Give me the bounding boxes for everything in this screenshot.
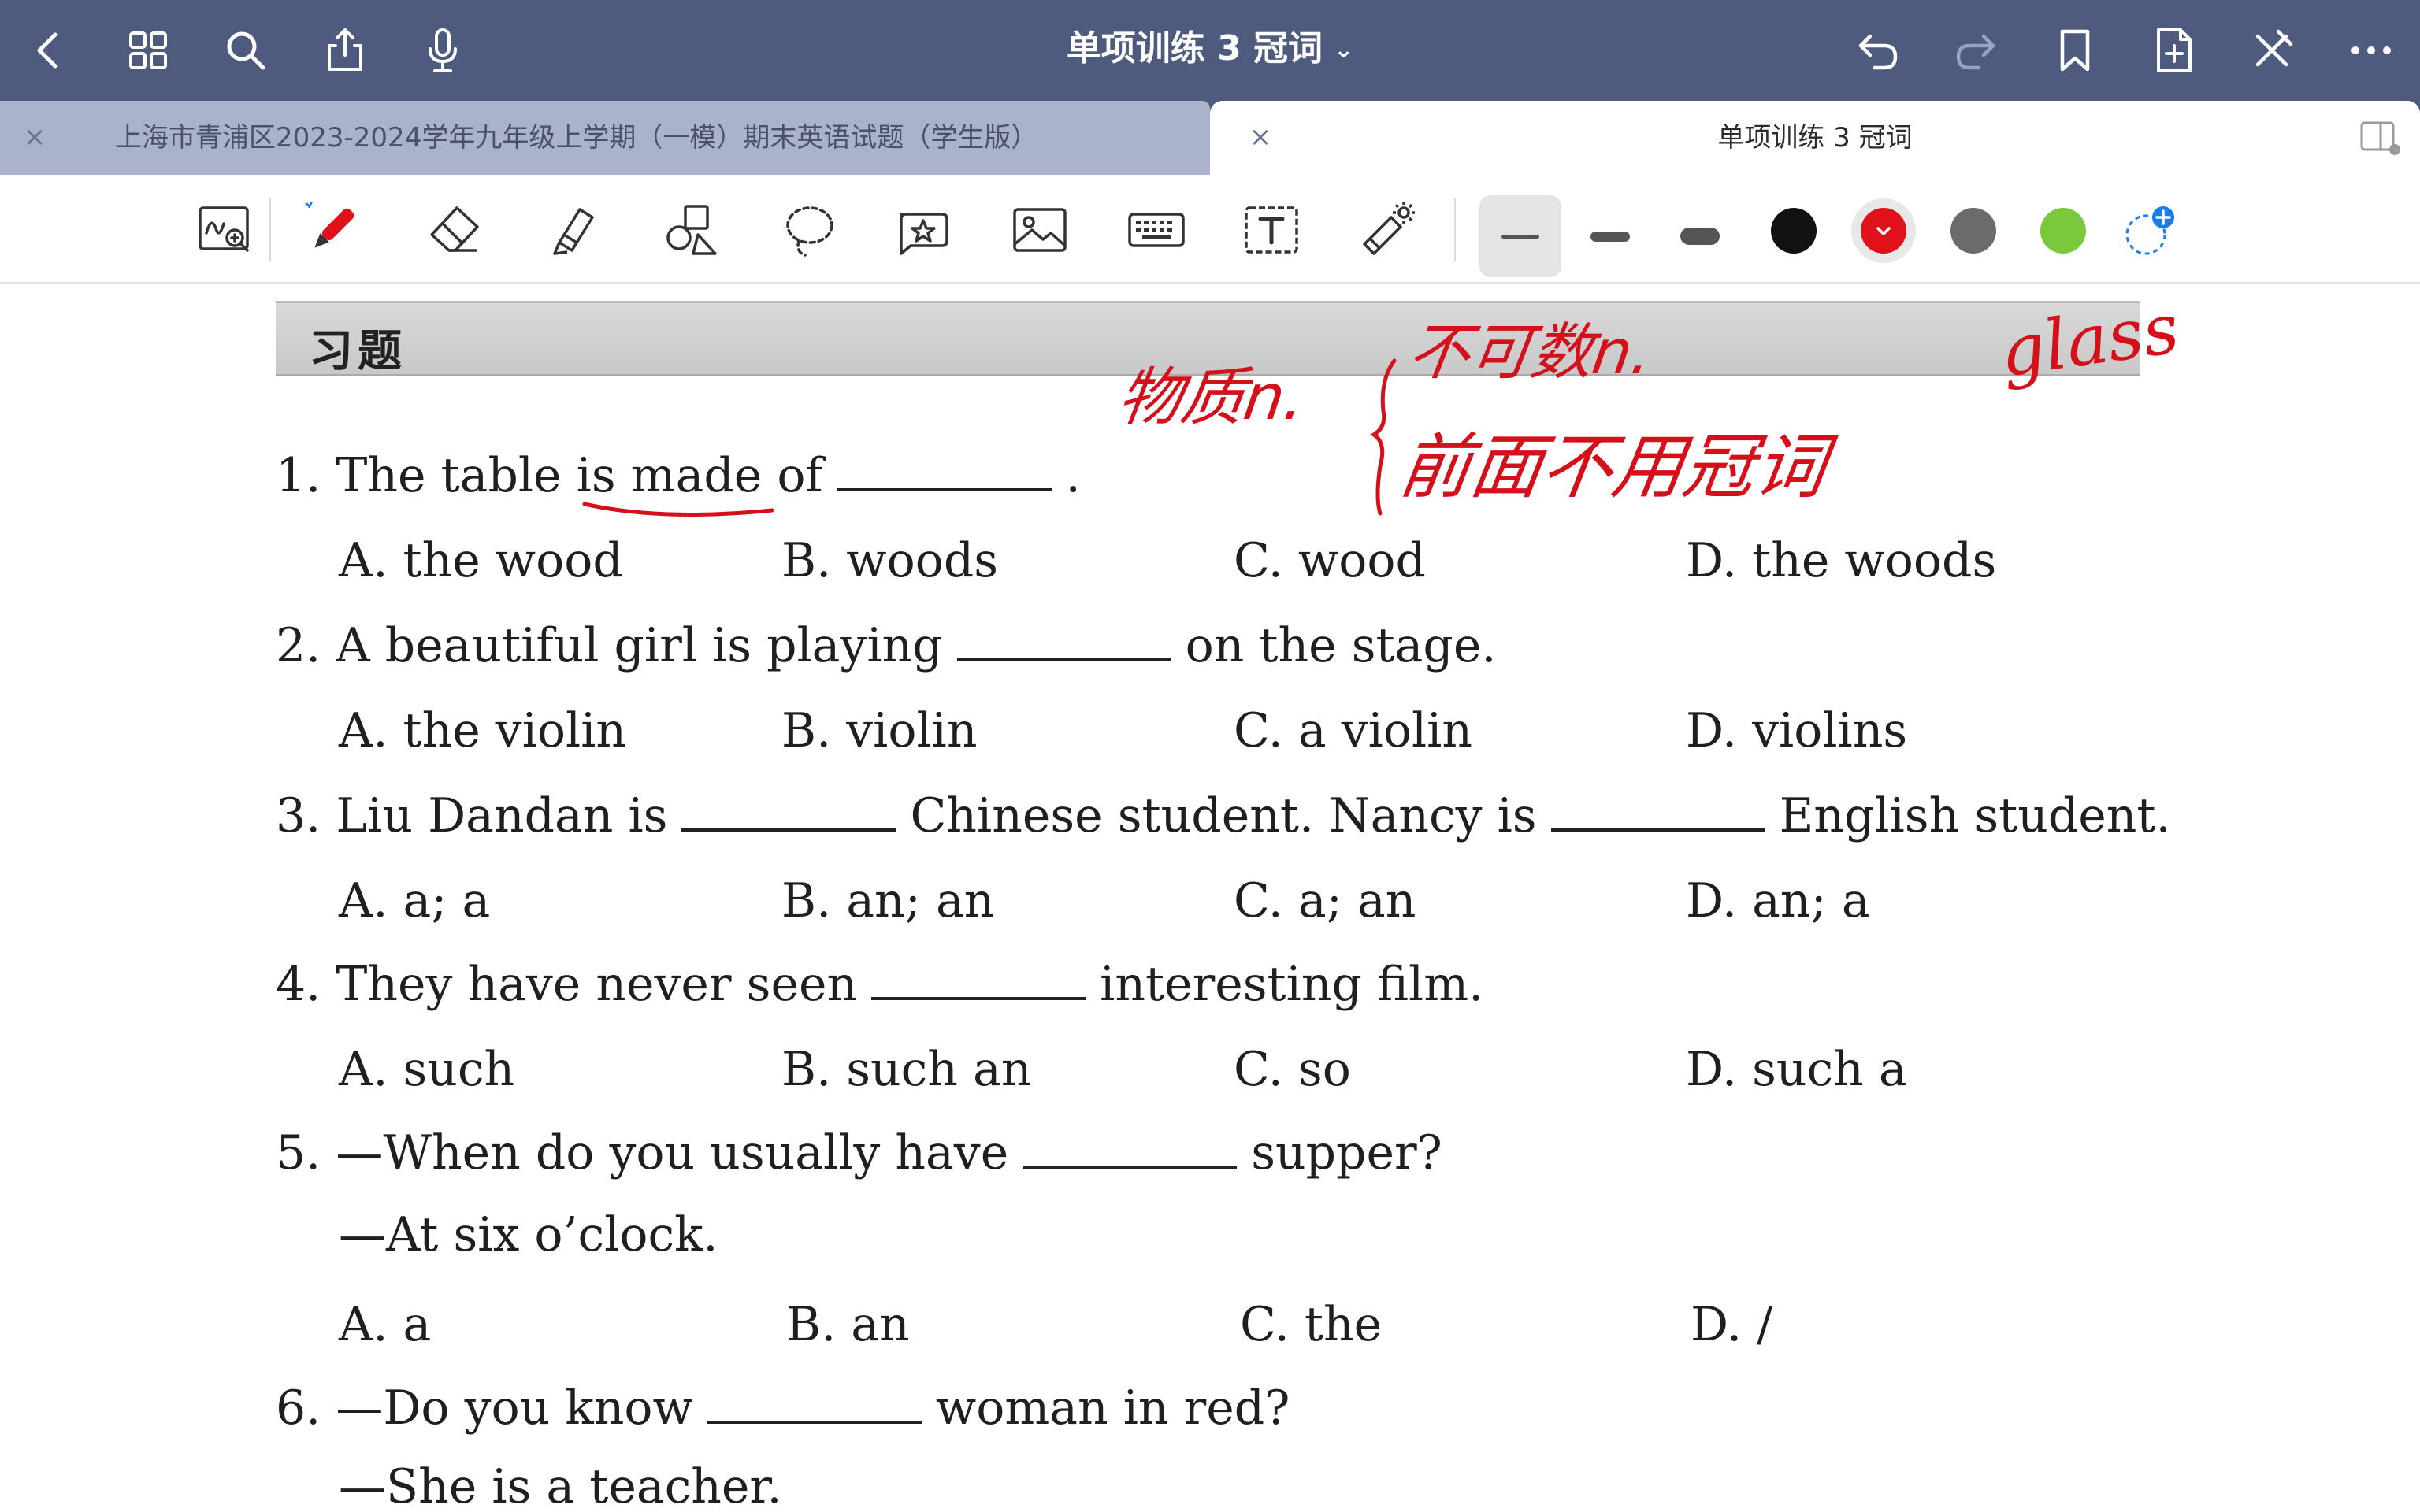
question-text: . [1065, 448, 1081, 503]
option-b: B. an [786, 1297, 910, 1352]
sticker-icon[interactable] [890, 197, 956, 263]
option-d: D. / [1691, 1297, 1773, 1352]
stroke-medium-option[interactable] [1569, 195, 1651, 277]
split-view-icon[interactable] [2360, 120, 2401, 156]
question-text: supper? [1251, 1125, 1442, 1180]
question-6: 6. —Do you know woman in red? [276, 1380, 1290, 1436]
question-number: 1. [276, 448, 321, 503]
answer-blank [837, 450, 1052, 491]
question-number: 3. [276, 788, 321, 843]
redo-icon[interactable] [1944, 19, 2007, 82]
question-number: 4. [276, 957, 321, 1012]
ink-note: 前面不用冠词 [1394, 426, 1840, 508]
answer-blank [681, 791, 896, 832]
image-icon[interactable] [1007, 197, 1073, 263]
question-number: 6. [276, 1380, 321, 1436]
answer-blank [1550, 791, 1765, 832]
annotation-toolbar [0, 175, 2420, 284]
question-text: on the stage. [1185, 618, 1497, 673]
color-gray-swatch[interactable] [1950, 208, 1996, 254]
stroke-thin-option[interactable] [1479, 195, 1561, 277]
question-6-reply: —She is a teacher. [339, 1459, 782, 1512]
question-text: Liu Dandan is [336, 788, 668, 843]
question-text: They have never seen [336, 957, 858, 1012]
shapes-icon[interactable] [659, 197, 725, 263]
question-text: Chinese student. Nancy is [910, 788, 1537, 843]
option-d: D. violins [1686, 703, 1908, 758]
answer-blank [707, 1383, 922, 1424]
chevron-down-icon [1876, 227, 1891, 235]
question-2: 2. A beautiful girl is playing on the sta… [276, 617, 1496, 674]
option-b: B. violin [781, 703, 978, 758]
question-text: —When do you usually have [336, 1125, 1009, 1180]
close-icon[interactable]: × [16, 118, 54, 156]
question-3: 3. Liu Dandan is Chinese student. Nancy i… [276, 788, 2171, 844]
color-black-swatch[interactable] [1771, 208, 1817, 254]
answer-blank [871, 959, 1086, 1000]
question-1: 1. The table is made of. [276, 447, 1081, 504]
answer-blank [1023, 1128, 1238, 1169]
undo-icon[interactable] [1847, 19, 1910, 82]
option-c: C. so [1234, 1042, 1351, 1097]
chevron-down-icon: ⌄ [1334, 36, 1354, 64]
highlighter-icon[interactable] [540, 197, 607, 263]
close-pen-icon[interactable] [2240, 19, 2303, 82]
question-text: The table is made of [336, 448, 823, 503]
question-text: woman in red? [935, 1380, 1290, 1436]
option-b: B. woods [781, 533, 999, 588]
keyboard-icon[interactable] [1123, 197, 1190, 263]
add-color-button[interactable] [2124, 206, 2176, 258]
option-d: D. the woods [1686, 533, 1997, 588]
toolbar-divider [269, 198, 271, 261]
stroke-thick-option[interactable] [1659, 195, 1741, 277]
option-b: B. an; an [781, 873, 995, 928]
answer-blank [956, 621, 1171, 662]
option-c: C. a; an [1234, 873, 1416, 928]
question-5: 5. —When do you usually have supper? [276, 1125, 1442, 1181]
question-number: 2. [276, 618, 321, 673]
ink-brace [1370, 358, 1397, 516]
color-green-swatch[interactable] [2040, 208, 2086, 254]
question-number: 5. [276, 1125, 321, 1180]
laser-pointer-icon[interactable] [1353, 197, 1420, 263]
eraser-icon[interactable] [422, 197, 488, 263]
option-d: D. such a [1686, 1042, 1907, 1097]
question-text: A beautiful girl is playing [336, 618, 943, 673]
section-header: 习题 [276, 301, 2140, 377]
nav-bar: 单项训练 3 冠词 ⌄ [0, 0, 2420, 101]
toolbar-divider [1454, 198, 1456, 261]
document-page[interactable]: 习题 1. The table is made of. A. the wood … [0, 285, 2420, 1512]
ink-underline [582, 502, 774, 517]
question-text: interesting film. [1100, 957, 1484, 1012]
text-box-icon[interactable] [1238, 197, 1305, 263]
option-a: A. a [339, 1297, 432, 1352]
option-a: A. a; a [339, 873, 491, 928]
option-c: C. the [1240, 1297, 1383, 1352]
question-text: English student. [1779, 788, 2171, 843]
option-a: A. the violin [339, 703, 627, 758]
tab-label: 单项训练 3 冠词 [1717, 122, 1913, 154]
option-b: B. such an [781, 1042, 1032, 1097]
tab-bar: × 上海市青浦区2023-2024学年九年级上学期（一模）期末英语试题（学生版）… [0, 101, 2420, 175]
question-text: —Do you know [336, 1380, 693, 1436]
option-a: A. such [339, 1042, 515, 1097]
section-title: 习题 [309, 326, 406, 377]
bookmark-icon[interactable] [2043, 19, 2106, 82]
option-a: A. the wood [339, 533, 623, 588]
option-c: C. a violin [1234, 703, 1472, 758]
option-d: D. an; a [1686, 873, 1870, 928]
option-c: C. wood [1234, 533, 1426, 588]
more-icon[interactable] [2340, 19, 2403, 82]
color-red-swatch[interactable] [1861, 208, 1906, 254]
tab-document-articles[interactable]: × 单项训练 3 冠词 [1210, 101, 2420, 175]
zoom-write-icon[interactable] [192, 197, 258, 263]
add-page-icon[interactable] [2143, 19, 2206, 82]
question-5-reply: —At six o’clock. [339, 1207, 718, 1262]
lasso-icon[interactable] [777, 197, 843, 263]
tab-document-exam[interactable]: × 上海市青浦区2023-2024学年九年级上学期（一模）期末英语试题（学生版） [0, 101, 1210, 175]
tab-label: 上海市青浦区2023-2024学年九年级上学期（一模）期末英语试题（学生版） [115, 122, 1038, 154]
question-4: 4. They have never seen interesting film. [276, 956, 1483, 1013]
pen-icon[interactable] [299, 197, 366, 263]
